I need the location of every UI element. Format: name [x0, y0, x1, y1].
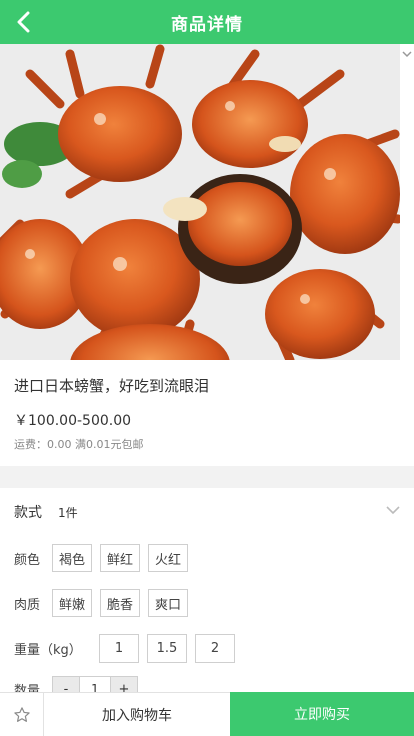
chevron-down-icon: [402, 51, 412, 58]
image-edge: [400, 44, 414, 360]
back-arrow-icon: [17, 11, 30, 33]
color-option-bright-red[interactable]: 鲜红: [100, 544, 140, 572]
weight-option-2[interactable]: 2: [195, 634, 235, 663]
color-option-brown[interactable]: 褐色: [52, 544, 92, 572]
product-title: 进口日本螃蟹，好吃到流眼泪: [14, 377, 210, 395]
shipping-info: 运费：0.00 满0.01元包邮: [14, 438, 144, 451]
weight-label: 重量（kg）: [14, 643, 82, 658]
color-label: 颜色: [14, 552, 41, 568]
product-image-area: [0, 44, 414, 360]
page-title: 商品详情: [171, 14, 243, 35]
color-option-row: 颜色 褐色 鲜红 火红: [14, 544, 196, 572]
color-option-fire-red[interactable]: 火红: [148, 544, 188, 572]
star-outline-icon: [13, 706, 30, 722]
crab-photo-illustration: [0, 44, 400, 360]
chevron-down-icon: [386, 506, 400, 515]
top-nav-bar: 商品详情: [0, 0, 414, 44]
product-detail-page: 商品详情 进口日本螃蟹，好吃到流眼泪 ￥100.00-500.00 运费：0.0…: [0, 0, 414, 736]
style-selector[interactable]: 款式 1件: [14, 500, 400, 524]
style-label: 款式: [14, 505, 42, 521]
buy-now-button[interactable]: 立即购买: [230, 692, 414, 736]
back-button[interactable]: [10, 8, 38, 36]
texture-option-tender[interactable]: 鲜嫩: [52, 589, 92, 617]
bottom-action-bar: 加入购物车 立即购买: [0, 692, 414, 736]
texture-option-crispy[interactable]: 脆香: [100, 589, 140, 617]
favorite-button[interactable]: [0, 693, 44, 736]
product-price: ￥100.00-500.00: [14, 413, 132, 429]
add-to-cart-button[interactable]: 加入购物车: [44, 693, 230, 736]
product-info-panel: 进口日本螃蟹，好吃到流眼泪 ￥100.00-500.00 运费：0.00 满0.…: [0, 360, 414, 466]
texture-label: 肉质: [14, 597, 41, 613]
style-value: 1件: [58, 505, 78, 520]
texture-option-refreshing[interactable]: 爽口: [148, 589, 188, 617]
weight-option-1-5[interactable]: 1.5: [147, 634, 187, 663]
weight-option-1[interactable]: 1: [99, 634, 139, 663]
texture-option-row: 肉质 鲜嫩 脆香 爽口: [14, 589, 196, 617]
product-image[interactable]: [0, 44, 400, 360]
weight-option-row: 重量（kg） 1 1.5 2: [14, 634, 243, 663]
